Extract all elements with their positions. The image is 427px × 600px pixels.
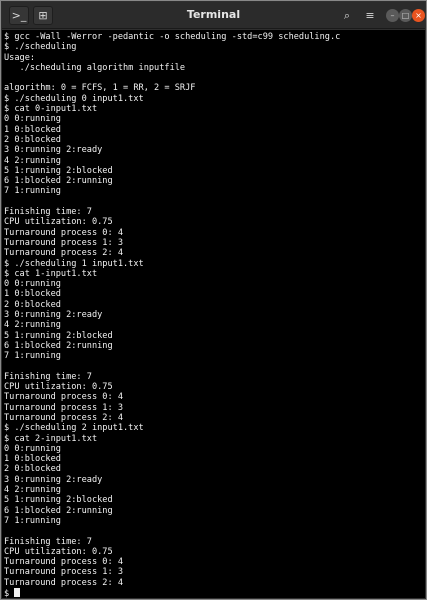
terminal-line: 5 1:running 2:blocked — [4, 330, 113, 341]
terminal-line: 5 1:running 2:blocked — [4, 495, 113, 506]
terminal-line: 4 2:running — [4, 155, 61, 166]
terminal-line: Turnaround process 0: 4 — [4, 392, 123, 403]
terminal-line: Finishing time: 7 — [4, 207, 92, 218]
minimize-icon[interactable]: – — [386, 9, 399, 22]
terminal-line: 3 0:running 2:ready — [4, 310, 103, 321]
terminal-line: $ cat 2-input1.txt — [4, 433, 98, 444]
terminal-line: Turnaround process 2: 4 — [4, 248, 123, 259]
terminal-line: Turnaround process 0: 4 — [4, 557, 123, 568]
terminal-line: algorithm: 0 = FCFS, 1 = RR, 2 = SRJF — [4, 83, 196, 94]
terminal-line: 6 1:blocked 2:running — [4, 176, 113, 187]
terminal-line: Turnaround process 1: 3 — [4, 567, 123, 578]
text-cursor — [14, 588, 21, 598]
terminal-line: 2 0:blocked — [4, 299, 61, 310]
terminal-line: 7 1:running — [4, 186, 61, 197]
terminal-line: CPU utilization: 0.75 — [4, 546, 113, 557]
prompt: $ — [4, 589, 15, 598]
terminal-line: Turnaround process 1: 3 — [4, 402, 123, 413]
terminal-line: 3 0:running 2:ready — [4, 145, 103, 156]
terminal-window: >_ ⊞ Terminal ⌕ ≡ – □ × $ gcc -Wall -Wer… — [0, 0, 427, 600]
terminal-line: 4 2:running — [4, 485, 61, 496]
title-bar[interactable]: >_ ⊞ Terminal ⌕ ≡ – □ × — [2, 2, 425, 29]
terminal-line: Turnaround process 2: 4 — [4, 412, 123, 423]
terminal-line: $ gcc -Wall -Werror -pedantic -o schedul… — [4, 32, 341, 42]
terminal-line: 1 0:blocked — [4, 289, 61, 300]
terminal-line: 4 2:running — [4, 320, 61, 331]
terminal-line: Turnaround process 1: 3 — [4, 237, 123, 248]
terminal-line: CPU utilization: 0.75 — [4, 382, 113, 393]
terminal-line: 0 0:running — [4, 443, 61, 454]
terminal-line: Usage: — [4, 52, 36, 63]
terminal-line: $ cat 0-input1.txt — [4, 104, 98, 115]
terminal-line: Finishing time: 7 — [4, 536, 92, 547]
terminal-line: 3 0:running 2:ready — [4, 474, 103, 485]
search-icon[interactable]: ⌕ — [337, 6, 357, 25]
terminal-line: Finishing time: 7 — [4, 371, 92, 382]
terminal-line: 6 1:blocked 2:running — [4, 505, 113, 516]
terminal-line: 7 1:running — [4, 351, 61, 362]
terminal-line: $ ./scheduling — [4, 42, 77, 53]
terminal-line: Turnaround process 0: 4 — [4, 227, 123, 238]
terminal-line: 2 0:blocked — [4, 464, 61, 475]
close-icon[interactable]: × — [412, 9, 425, 22]
terminal-line: $ cat 1-input1.txt — [4, 268, 98, 279]
terminal-line: 0 0:running — [4, 114, 61, 125]
terminal-line: $ ./scheduling 1 input1.txt — [4, 258, 144, 269]
terminal-line: 2 0:blocked — [4, 134, 61, 145]
prompt-line[interactable]: $ — [4, 588, 425, 598]
maximize-icon[interactable]: □ — [399, 9, 412, 22]
terminal-line: 7 1:running — [4, 515, 61, 526]
terminal-line: 6 1:blocked 2:running — [4, 340, 113, 351]
terminal-line: ./scheduling algorithm inputfile — [4, 62, 186, 73]
terminal-line: 1 0:blocked — [4, 124, 61, 135]
terminal-line: Turnaround process 2: 4 — [4, 577, 123, 588]
terminal-line: 5 1:running 2:blocked — [4, 165, 113, 176]
menu-icon[interactable]: ≡ — [360, 6, 380, 25]
terminal-line: 0 0:running — [4, 279, 61, 290]
terminal-line: 1 0:blocked — [4, 454, 61, 465]
terminal-line: $ ./scheduling 0 input1.txt — [4, 93, 144, 104]
terminal-output[interactable]: $ gcc -Wall -Werror -pedantic -o schedul… — [2, 30, 425, 598]
terminal-line: CPU utilization: 0.75 — [4, 217, 113, 228]
terminal-line: $ ./scheduling 2 input1.txt — [4, 423, 144, 434]
